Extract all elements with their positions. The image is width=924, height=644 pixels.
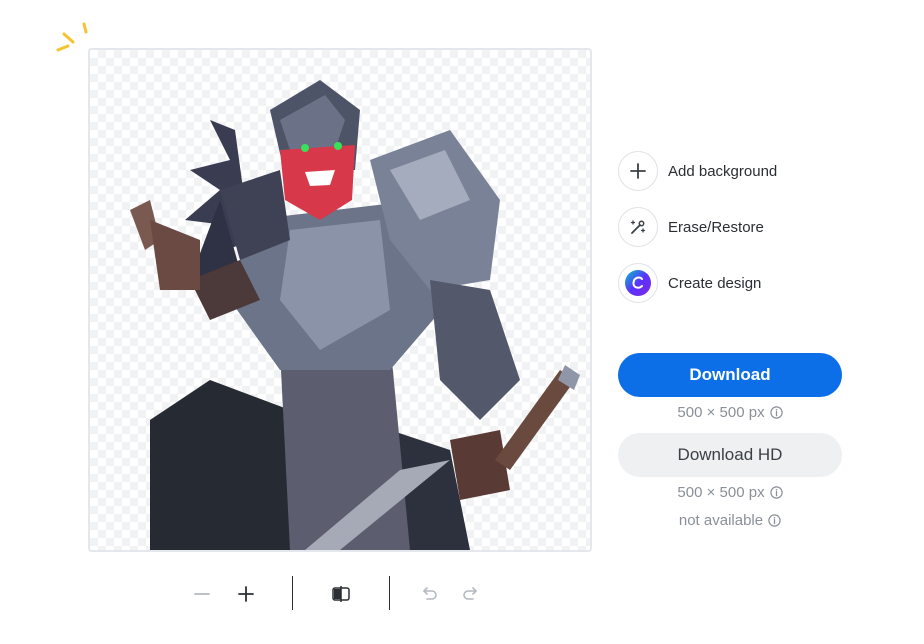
zoom-out-icon[interactable] bbox=[188, 580, 216, 608]
bottom-toolbar bbox=[0, 576, 680, 610]
download-size-text: 500 × 500 px bbox=[677, 404, 765, 421]
download-size: 500 × 500 px bbox=[618, 404, 842, 421]
compare-icon[interactable] bbox=[327, 580, 355, 608]
create-design-button[interactable]: Create design bbox=[618, 261, 761, 305]
erase-restore-button[interactable]: Erase/Restore bbox=[618, 205, 764, 249]
toolbar-divider bbox=[292, 576, 293, 610]
canva-logo-icon bbox=[618, 263, 658, 303]
knight-image bbox=[130, 80, 580, 550]
download-button[interactable]: Download bbox=[618, 353, 842, 397]
info-icon[interactable] bbox=[769, 486, 783, 499]
download-hd-button[interactable]: Download HD bbox=[618, 433, 842, 477]
download-hd-size-text: 500 × 500 px bbox=[677, 484, 765, 501]
erase-restore-label: Erase/Restore bbox=[668, 218, 764, 236]
download-hd-size: 500 × 500 px bbox=[618, 484, 842, 501]
add-background-label: Add background bbox=[668, 162, 778, 180]
availability-text: not available bbox=[678, 512, 764, 529]
info-icon[interactable] bbox=[768, 514, 781, 527]
redo-icon[interactable] bbox=[457, 580, 485, 608]
info-icon[interactable] bbox=[769, 406, 783, 419]
create-design-label: Create design bbox=[668, 274, 762, 292]
toolbar-divider bbox=[389, 576, 390, 610]
image-preview bbox=[88, 48, 592, 552]
add-background-button[interactable]: Add background bbox=[618, 149, 777, 193]
undo-icon[interactable] bbox=[415, 580, 443, 608]
download-hd-availability: not available bbox=[618, 512, 842, 529]
zoom-in-icon[interactable] bbox=[232, 580, 260, 608]
plus-icon bbox=[618, 151, 658, 191]
magic-brush-icon bbox=[618, 207, 658, 247]
